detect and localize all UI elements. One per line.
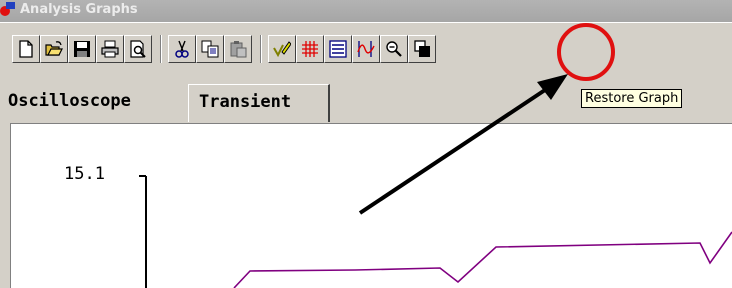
restore-graph-tooltip: Restore Graph	[581, 89, 683, 108]
pointer-arrow	[358, 74, 568, 215]
